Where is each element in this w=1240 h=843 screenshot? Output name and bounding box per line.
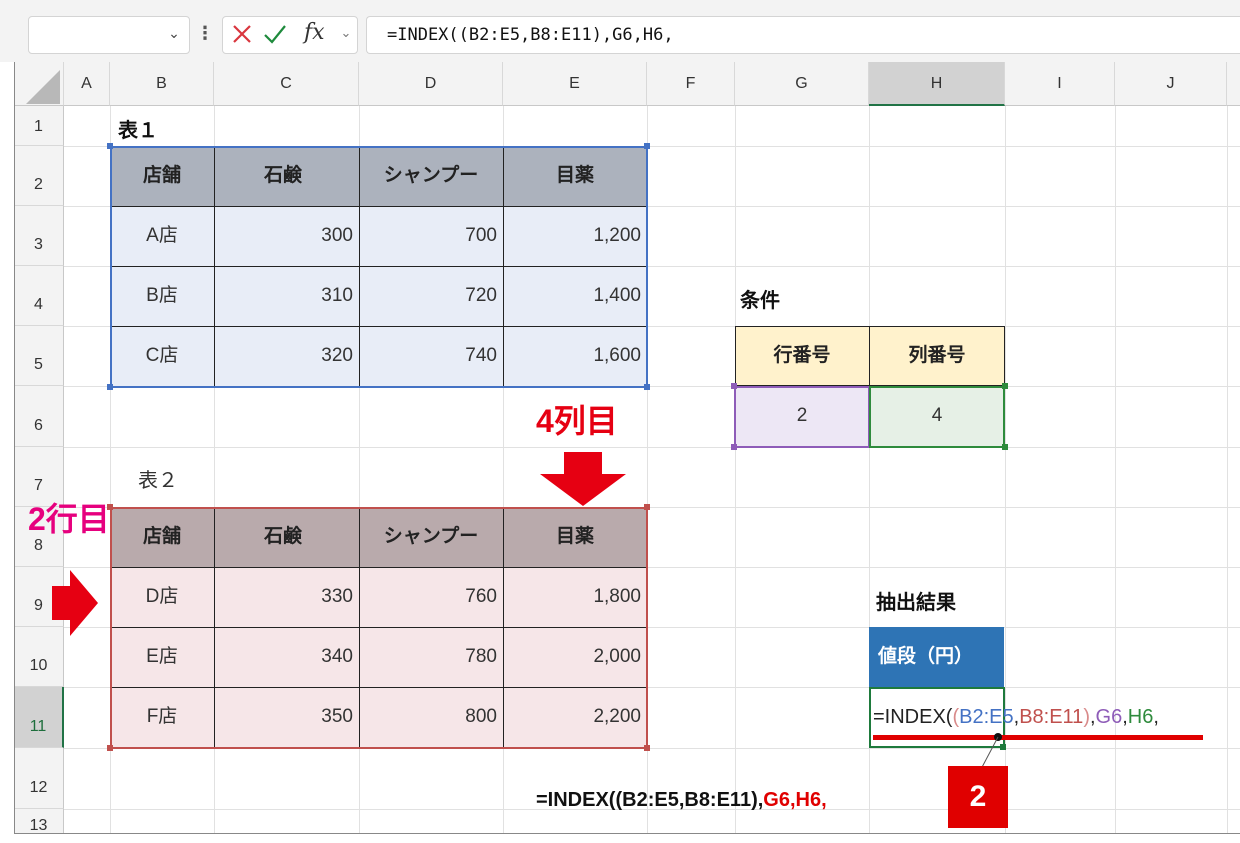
range-handle[interactable] — [1002, 383, 1008, 389]
row-header-11[interactable]: 11 — [14, 687, 64, 748]
column-header-d[interactable]: D — [359, 62, 503, 106]
column-header-c[interactable]: C — [214, 62, 359, 106]
sheet-bottom-edge — [14, 833, 1240, 834]
step-badge: 2 — [948, 766, 1008, 828]
sheet-left-edge — [14, 62, 15, 834]
formula-range-2: B8:E11 — [1019, 706, 1084, 728]
gridline — [735, 106, 736, 834]
column-header-g[interactable]: G — [735, 62, 869, 106]
row-2-annotation: 2行目 — [28, 501, 110, 537]
row-header-6[interactable]: 6 — [14, 386, 64, 447]
row-number-value[interactable]: 2 — [735, 386, 869, 446]
formula-paren: ) — [1083, 706, 1090, 728]
table2-range-highlight — [110, 507, 648, 749]
result-title: 抽出結果 — [876, 592, 956, 614]
column-number-header[interactable]: 列番号 — [869, 326, 1005, 386]
column-header-e[interactable]: E — [503, 62, 647, 106]
range-handle[interactable] — [644, 745, 650, 751]
highlight-underline — [873, 735, 1203, 740]
gridline — [64, 447, 1240, 448]
select-all-icon — [26, 70, 60, 104]
column-number-value[interactable]: 4 — [869, 386, 1005, 446]
table1-title: 表１ — [118, 120, 158, 142]
row-header-12[interactable]: 12 — [14, 748, 64, 809]
insert-function-icon[interactable]: fx — [304, 18, 334, 48]
range-handle[interactable] — [731, 444, 737, 450]
chevron-down-icon[interactable]: ⌄ — [164, 24, 184, 44]
range-handle[interactable] — [644, 504, 650, 510]
range-handle[interactable] — [107, 384, 113, 390]
more-options-icon[interactable]: ⋮ — [196, 22, 214, 46]
row-header-13[interactable]: 13 — [14, 809, 64, 834]
column-header-i[interactable]: I — [1005, 62, 1115, 106]
row-number-header[interactable]: 行番号 — [735, 326, 869, 386]
chevron-down-icon[interactable]: ⌄ — [336, 24, 356, 44]
column-header-h[interactable]: H — [869, 62, 1005, 106]
arrow-right-icon — [52, 570, 98, 636]
result-header[interactable]: 値段（円） — [878, 627, 1008, 687]
column-header-a[interactable]: A — [64, 62, 110, 106]
range-handle[interactable] — [644, 384, 650, 390]
formula-comma: , — [1153, 706, 1159, 728]
select-all-corner[interactable] — [14, 62, 64, 106]
table1-range-highlight — [110, 146, 648, 388]
row-header-2[interactable]: 2 — [14, 146, 64, 206]
formula-caption: =INDEX((B2:E5,B8:E11),G6,H6, — [536, 783, 956, 817]
range-handle[interactable] — [107, 745, 113, 751]
formula-range-1: B2:E5 — [959, 706, 1014, 728]
caption-highlight: G6,H6, — [763, 789, 827, 811]
column-header-b[interactable]: B — [110, 62, 214, 106]
row-header-4[interactable]: 4 — [14, 266, 64, 326]
conditions-title: 条件 — [740, 290, 780, 312]
range-handle[interactable] — [644, 143, 650, 149]
row-header-1[interactable]: 1 — [14, 106, 64, 146]
column-header-partial — [1227, 62, 1240, 106]
enter-check-icon[interactable] — [262, 22, 288, 46]
table2-title: 表２ — [138, 470, 178, 492]
range-handle[interactable] — [107, 143, 113, 149]
formula-input[interactable]: =INDEX((B2:E5,B8:E11),G6,H6, — [366, 16, 1240, 54]
caption-part: =INDEX((B2:E5,B8:E11), — [536, 789, 764, 811]
column-header-j[interactable]: J — [1115, 62, 1227, 106]
row-header-10[interactable]: 10 — [14, 627, 64, 687]
range-handle[interactable] — [1002, 444, 1008, 450]
formula-function: =INDEX( — [873, 706, 953, 728]
column-4-annotation: 4列目 — [536, 403, 618, 439]
cancel-icon[interactable] — [230, 22, 254, 46]
range-handle[interactable] — [731, 383, 737, 389]
row-header-5[interactable]: 5 — [14, 326, 64, 386]
formula-ref-h6: H6 — [1127, 706, 1154, 728]
column-header-f[interactable]: F — [647, 62, 735, 106]
arrow-down-icon — [540, 452, 626, 506]
formula-ref-g6: G6 — [1095, 706, 1123, 728]
row-header-3[interactable]: 3 — [14, 206, 64, 266]
